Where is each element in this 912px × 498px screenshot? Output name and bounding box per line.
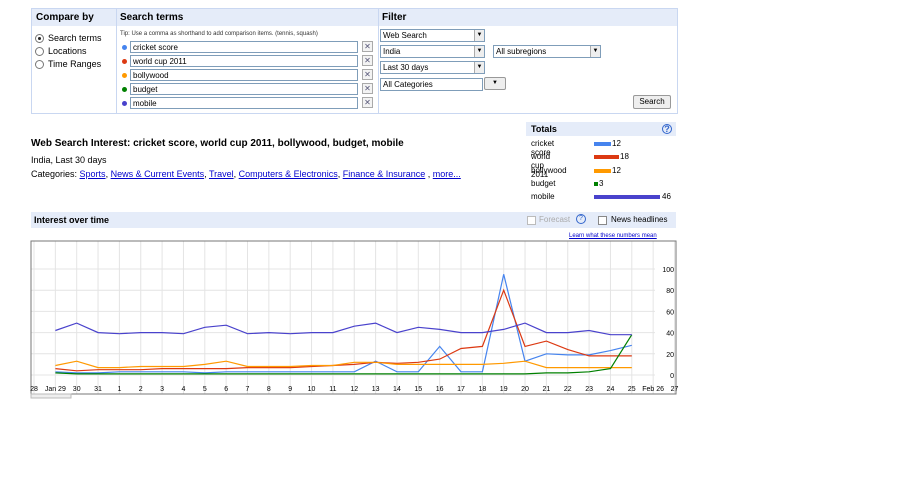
- x-tick-label: 15: [414, 386, 422, 393]
- y-tick-label: 100: [662, 267, 674, 274]
- y-tick-label: 40: [666, 331, 674, 338]
- x-tick-label: 18: [478, 386, 486, 393]
- x-tick-label: 7: [246, 386, 250, 393]
- x-tick-label: 30: [73, 386, 81, 393]
- series-line: [55, 274, 632, 374]
- x-tick-label: 24: [607, 386, 615, 393]
- x-tick-label: 19: [500, 386, 508, 393]
- y-tick-label: 20: [666, 352, 674, 359]
- x-tick-label: Jan 29: [45, 386, 66, 393]
- x-tick-label: 27: [671, 386, 679, 393]
- x-tick-label: 5: [203, 386, 207, 393]
- x-tick-label: 14: [393, 386, 401, 393]
- x-tick-label: 16: [436, 386, 444, 393]
- x-tick-label: 6: [224, 386, 228, 393]
- x-tick-label: 2: [139, 386, 143, 393]
- series-line: [55, 288, 632, 372]
- y-tick-label: 60: [666, 309, 674, 316]
- x-tick-label: 22: [564, 386, 572, 393]
- x-tick-label: 21: [543, 386, 551, 393]
- x-tick-label: 17: [457, 386, 465, 393]
- x-tick-label: 3: [160, 386, 164, 393]
- x-tick-label: 31: [94, 386, 102, 393]
- y-tick-label: 0: [670, 373, 674, 380]
- x-tick-label: 12: [350, 386, 358, 393]
- x-tick-label: 11: [329, 386, 336, 393]
- y-tick-label: 80: [666, 288, 674, 295]
- chart-frame: [30, 240, 677, 395]
- x-tick-label: 4: [181, 386, 185, 393]
- x-tick-label: 13: [372, 386, 380, 393]
- x-tick-label: 23: [585, 386, 593, 393]
- x-tick-label: 28: [30, 386, 38, 393]
- x-tick-label: 10: [308, 386, 316, 393]
- x-tick-label: 9: [288, 386, 292, 393]
- x-tick-label: 8: [267, 386, 271, 393]
- x-tick-label: 20: [521, 386, 529, 393]
- x-tick-label: Feb 26: [642, 386, 664, 393]
- chart-scrollbar[interactable]: [30, 393, 72, 399]
- series-line: [55, 360, 632, 369]
- x-tick-label: 25: [628, 386, 636, 393]
- interest-chart: 020406080100 28 Jan 29 30 31 1 2 3 4 5 6 7 8 9 10 11 12…: [30, 240, 679, 399]
- x-tick-label: 1: [117, 386, 121, 393]
